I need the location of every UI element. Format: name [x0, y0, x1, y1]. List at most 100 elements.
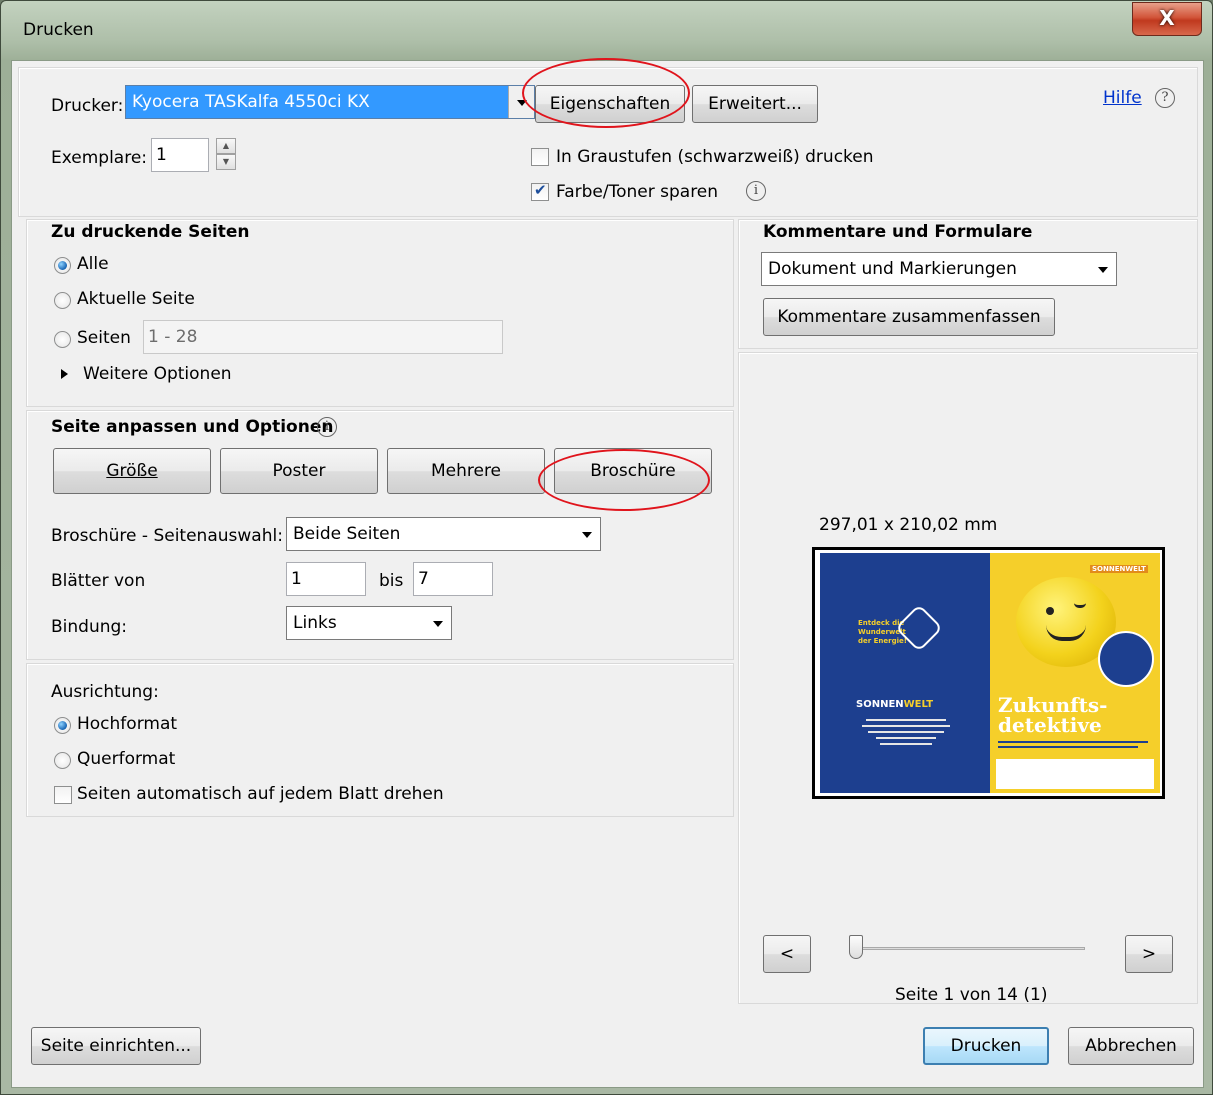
- brochure-left-page: Entdeck die Wunderwelt der Energie! SONN…: [820, 553, 990, 793]
- pages-all-label: Alle: [77, 254, 109, 274]
- sheets-to-label: bis: [379, 571, 404, 591]
- copies-spinner[interactable]: ▲ ▼: [216, 138, 236, 172]
- chevron-down-icon: [1090, 253, 1116, 285]
- landscape-radio[interactable]: [54, 752, 71, 769]
- mouth: [1046, 625, 1086, 641]
- chevron-down-icon: [425, 607, 451, 639]
- booklet-button[interactable]: Broschüre: [554, 448, 712, 494]
- print-button[interactable]: Drucken: [923, 1027, 1049, 1065]
- pages-range-input[interactable]: 1 - 28: [143, 320, 503, 354]
- pages-range-radio[interactable]: [54, 331, 71, 348]
- pages-range-label: Seiten: [77, 328, 131, 348]
- page-preview: Entdeck die Wunderwelt der Energie! SONN…: [812, 547, 1165, 799]
- close-button[interactable]: X: [1132, 2, 1202, 36]
- binding-value: Links: [293, 613, 337, 633]
- autorotate-label: Seiten automatisch auf jedem Blatt drehe…: [77, 784, 444, 804]
- headline-line-1: Zukunfts-: [998, 693, 1108, 717]
- copies-label: Exemplare:: [51, 148, 148, 168]
- printer-label: Drucker:: [51, 96, 124, 116]
- comments-selected-value: Dokument und Markierungen: [768, 259, 1017, 279]
- expand-triangle-icon[interactable]: [61, 369, 68, 379]
- fit-heading: Seite anpassen und Optionen: [51, 417, 334, 437]
- chevron-down-icon: [508, 86, 534, 118]
- brochure-right-page: SONNENWELT Zukunfts- detektive: [990, 553, 1160, 793]
- spin-down-icon[interactable]: ▼: [216, 154, 236, 170]
- pages-all-radio[interactable]: [54, 257, 71, 274]
- sponsor-logos-strip: [996, 759, 1154, 789]
- sheets-from-input[interactable]: 1: [286, 562, 366, 596]
- print-dialog-window: Drucken X Drucker: Kyocera TASKalfa 4550…: [0, 0, 1213, 1095]
- toner-save-checkbox[interactable]: [531, 181, 549, 201]
- pages-heading: Zu druckende Seiten: [51, 222, 250, 242]
- text-line: [876, 737, 936, 739]
- window-title: Drucken: [23, 20, 94, 40]
- page-status-text: Seite 1 von 14 (1): [895, 985, 1048, 1005]
- pages-panel: Zu druckende Seiten Alle Aktuelle Seite …: [26, 219, 734, 407]
- booklet-subset-label: Broschüre - Seitenauswahl:: [51, 526, 283, 546]
- next-page-button[interactable]: >: [1125, 935, 1173, 973]
- previous-page-button[interactable]: <: [763, 935, 811, 973]
- page-setup-button[interactable]: Seite einrichten...: [31, 1027, 201, 1065]
- orientation-panel: Ausrichtung: Hochformat Querformat Seite…: [26, 663, 734, 817]
- printer-panel: Drucker: Kyocera TASKalfa 4550ci KX Eige…: [18, 67, 1198, 217]
- help-question-icon[interactable]: ?: [1155, 88, 1175, 108]
- page-slider-thumb[interactable]: [849, 935, 863, 959]
- printer-select[interactable]: Kyocera TASKalfa 4550ci KX: [125, 85, 535, 119]
- text-line: [880, 743, 932, 745]
- size-button-label: Größe: [106, 461, 158, 481]
- multiple-button[interactable]: Mehrere: [387, 448, 545, 494]
- page-slider-track[interactable]: [849, 947, 1085, 950]
- info-icon[interactable]: i: [746, 181, 766, 201]
- landscape-label: Querformat: [77, 749, 176, 769]
- eye: [1046, 607, 1054, 615]
- pages-current-label: Aktuelle Seite: [77, 289, 195, 309]
- copies-input[interactable]: 1: [151, 138, 209, 172]
- cancel-button[interactable]: Abbrechen: [1068, 1027, 1194, 1065]
- headline-line-2: detektive: [998, 713, 1102, 737]
- text-line: [866, 719, 946, 721]
- text-line: [998, 746, 1138, 748]
- info-icon[interactable]: i: [317, 417, 337, 437]
- brand-part-b: WELT: [903, 699, 934, 710]
- corner-brand: SONNENWELT: [1090, 565, 1148, 573]
- portrait-label: Hochformat: [77, 714, 178, 734]
- preview-panel: 297,01 x 210,02 mm Entdeck die Wunderwel…: [738, 352, 1198, 1005]
- dialog-client-area: Drucker: Kyocera TASKalfa 4550ci KX Eige…: [11, 58, 1204, 1088]
- comments-select[interactable]: Dokument und Markierungen: [761, 252, 1117, 286]
- text-line: [868, 731, 944, 733]
- text-line: [862, 725, 950, 727]
- spin-up-icon[interactable]: ▲: [216, 138, 236, 154]
- fit-options-panel: Seite anpassen und Optionen i Größe Post…: [26, 410, 734, 660]
- brochure-brand: SONNENWELT: [856, 699, 933, 710]
- sheets-from-label: Blätter von: [51, 571, 146, 591]
- portrait-radio[interactable]: [54, 717, 71, 734]
- pages-current-radio[interactable]: [54, 292, 71, 309]
- properties-button[interactable]: Eigenschaften: [535, 85, 685, 123]
- text-line: [998, 741, 1148, 743]
- toner-save-label: Farbe/Toner sparen: [556, 182, 719, 202]
- title-bar[interactable]: Drucken X: [1, 1, 1212, 59]
- brand-part-a: SONNEN: [856, 699, 904, 710]
- size-button[interactable]: Größe: [53, 448, 211, 494]
- summarize-comments-button[interactable]: Kommentare zusammenfassen: [763, 298, 1055, 336]
- help-link[interactable]: Hilfe: [1103, 88, 1142, 108]
- poster-button[interactable]: Poster: [220, 448, 378, 494]
- page-size-text: 297,01 x 210,02 mm: [819, 515, 998, 535]
- more-options-toggle[interactable]: Weitere Optionen: [83, 364, 232, 384]
- booklet-subset-select[interactable]: Beide Seiten: [286, 517, 601, 551]
- wink: [1074, 603, 1086, 608]
- grayscale-checkbox[interactable]: [531, 148, 549, 166]
- sheets-to-input[interactable]: 7: [413, 562, 493, 596]
- grayscale-label: In Graustufen (schwarzweiß) drucken: [556, 147, 874, 167]
- advanced-button[interactable]: Erweitert...: [692, 85, 818, 123]
- chevron-down-icon: [574, 518, 600, 550]
- binding-select[interactable]: Links: [286, 606, 452, 640]
- printer-selected-value: Kyocera TASKalfa 4550ci KX: [132, 92, 370, 112]
- autorotate-checkbox[interactable]: [54, 786, 72, 804]
- comments-panel: Kommentare und Formulare Dokument und Ma…: [738, 219, 1198, 349]
- binding-label: Bindung:: [51, 617, 128, 637]
- orientation-heading: Ausrichtung:: [51, 682, 159, 702]
- booklet-subset-value: Beide Seiten: [293, 524, 401, 544]
- date-badge: [1098, 631, 1154, 687]
- comments-heading: Kommentare und Formulare: [763, 222, 1033, 242]
